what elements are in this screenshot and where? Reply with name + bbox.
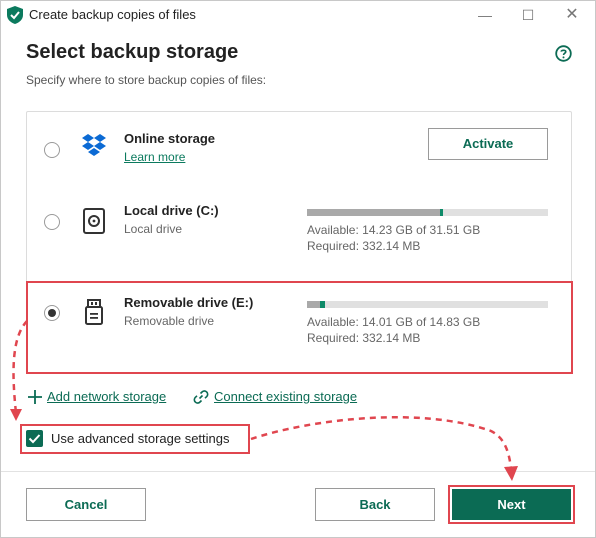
back-button[interactable]: Back bbox=[315, 488, 435, 521]
selected-row-highlight bbox=[26, 281, 573, 374]
checkmark-icon bbox=[28, 434, 41, 444]
shield-check-icon bbox=[7, 6, 23, 24]
local-drive-used-fill bbox=[307, 209, 440, 216]
local-drive-required: Required: 332.14 MB bbox=[307, 239, 421, 253]
local-drive-usage-bar bbox=[307, 209, 548, 216]
link-icon bbox=[193, 390, 209, 404]
page-title: Select backup storage bbox=[26, 41, 239, 63]
storage-item-local-drive[interactable]: Local drive (C:) Local drive Available: … bbox=[27, 190, 573, 270]
plus-icon bbox=[28, 390, 42, 404]
hard-drive-icon bbox=[83, 208, 105, 234]
storage-item-online[interactable]: Online storage Learn more Activate bbox=[27, 112, 573, 182]
learn-more-link[interactable]: Learn more bbox=[124, 150, 185, 164]
activate-button[interactable]: Activate bbox=[428, 128, 548, 160]
cancel-button[interactable]: Cancel bbox=[26, 488, 146, 521]
arrow-to-checkbox bbox=[12, 320, 28, 414]
close-button[interactable]: ✕ bbox=[562, 5, 582, 25]
local-drive-subtitle: Local drive bbox=[124, 222, 183, 236]
dropbox-icon bbox=[82, 134, 106, 156]
local-drive-title: Local drive (C:) bbox=[124, 203, 219, 218]
local-drive-available: Available: 14.23 GB of 31.51 GB bbox=[307, 223, 481, 237]
online-storage-title: Online storage bbox=[124, 131, 216, 146]
title-bar: Create backup copies of files — ☐ ✕ bbox=[1, 1, 595, 29]
advanced-settings-checkbox[interactable] bbox=[26, 430, 43, 447]
help-icon[interactable] bbox=[555, 45, 572, 62]
arrow-to-next bbox=[250, 416, 513, 470]
local-drive-required-mark bbox=[440, 209, 443, 216]
arrowhead-checkbox bbox=[10, 409, 22, 421]
backup-dialog-window: Create backup copies of files — ☐ ✕ Sele… bbox=[0, 0, 596, 538]
window-title: Create backup copies of files bbox=[29, 7, 196, 22]
add-network-storage-link[interactable]: Add network storage bbox=[47, 389, 166, 404]
connect-existing-storage-link[interactable]: Connect existing storage bbox=[214, 389, 357, 404]
minimize-button[interactable]: — bbox=[475, 5, 495, 25]
page-subtitle: Specify where to store backup copies of … bbox=[26, 73, 267, 87]
radio-local-drive[interactable] bbox=[44, 214, 60, 230]
next-button[interactable]: Next bbox=[452, 489, 571, 520]
maximize-button[interactable]: ☐ bbox=[518, 5, 538, 25]
radio-online-storage[interactable] bbox=[44, 142, 60, 158]
advanced-settings-label[interactable]: Use advanced storage settings bbox=[51, 431, 230, 446]
